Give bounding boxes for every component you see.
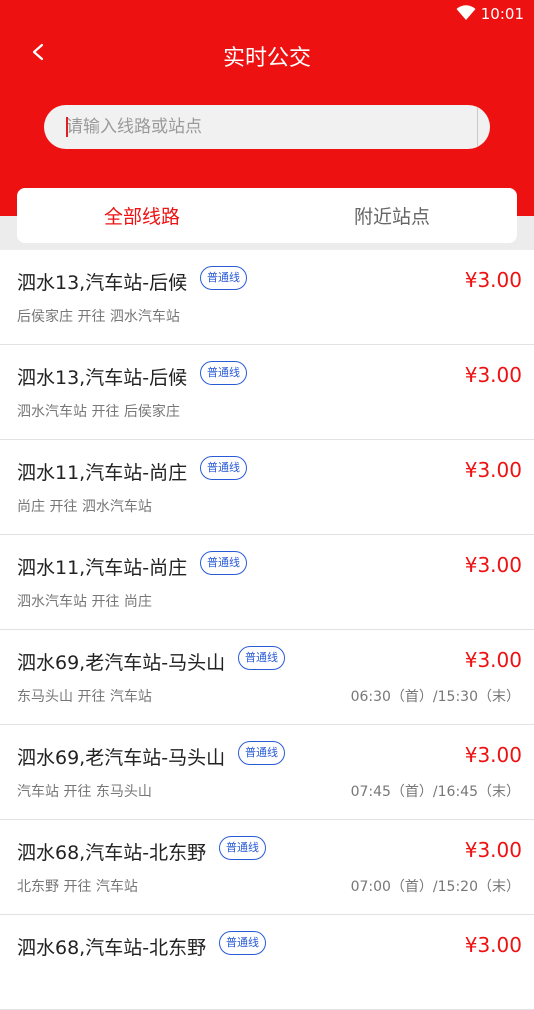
route-direction: 泗水汽车站 开往 后侯家庄 bbox=[17, 404, 180, 420]
route-schedule: 07:00（首）/15:20（末） bbox=[350, 879, 520, 895]
route-type-badge: 普通线 bbox=[219, 931, 266, 955]
tab-nearby-stops[interactable]: 附近站点 bbox=[267, 188, 517, 243]
route-type-badge: 普通线 bbox=[219, 836, 266, 860]
route-direction: 泗水汽车站 开往 尚庄 bbox=[17, 594, 152, 610]
route-name: 泗水11,汽车站-尚庄 bbox=[17, 557, 188, 579]
status-bar: 10:01 bbox=[0, 0, 534, 28]
route-type-badge: 普通线 bbox=[200, 551, 247, 575]
route-direction: 后侯家庄 开往 泗水汽车站 bbox=[17, 309, 180, 325]
status-time: 10:01 bbox=[480, 5, 524, 23]
route-type-badge: 普通线 bbox=[238, 741, 285, 765]
route-row[interactable]: 泗水68,汽车站-北东野 普通线 ¥3.00 bbox=[0, 915, 534, 1010]
route-name: 泗水69,老汽车站-马头山 bbox=[17, 747, 226, 769]
route-direction: 尚庄 开往 泗水汽车站 bbox=[17, 499, 152, 515]
route-row[interactable]: 泗水68,汽车站-北东野 普通线 ¥3.00 北东野 开往 汽车站 07:00（… bbox=[0, 820, 534, 915]
route-price: ¥3.00 bbox=[464, 648, 522, 672]
route-price: ¥3.00 bbox=[464, 838, 522, 862]
route-price: ¥3.00 bbox=[464, 458, 522, 482]
route-list: 泗水13,汽车站-后候 普通线 ¥3.00 后侯家庄 开往 泗水汽车站 泗水13… bbox=[0, 250, 534, 1010]
wifi-icon bbox=[456, 5, 476, 25]
tab-bar: 全部线路 附近站点 bbox=[17, 188, 517, 243]
route-name: 泗水13,汽车站-后候 bbox=[17, 272, 188, 294]
route-type-badge: 普通线 bbox=[238, 646, 285, 670]
route-type-badge: 普通线 bbox=[200, 266, 247, 290]
search-bar bbox=[44, 105, 490, 149]
route-type-badge: 普通线 bbox=[200, 456, 247, 480]
tab-all-routes[interactable]: 全部线路 bbox=[17, 188, 267, 243]
route-row[interactable]: 泗水69,老汽车站-马头山 普通线 ¥3.00 东马头山 开往 汽车站 06:3… bbox=[0, 630, 534, 725]
app-header: 10:01 实时公交 bbox=[0, 0, 534, 216]
route-direction: 东马头山 开往 汽车站 bbox=[17, 689, 152, 705]
search-input[interactable] bbox=[44, 105, 432, 149]
route-direction: 汽车站 开往 东马头山 bbox=[17, 784, 152, 800]
route-name: 泗水68,汽车站-北东野 bbox=[17, 842, 207, 864]
route-type-badge: 普通线 bbox=[200, 361, 247, 385]
route-row[interactable]: 泗水13,汽车站-后候 普通线 ¥3.00 后侯家庄 开往 泗水汽车站 bbox=[0, 250, 534, 345]
route-schedule: 06:30（首）/15:30（末） bbox=[350, 689, 520, 705]
text-cursor bbox=[66, 117, 68, 137]
route-price: ¥3.00 bbox=[464, 268, 522, 292]
route-name: 泗水69,老汽车站-马头山 bbox=[17, 652, 226, 674]
search-button[interactable] bbox=[478, 105, 490, 149]
route-name: 泗水13,汽车站-后候 bbox=[17, 367, 188, 389]
route-row[interactable]: 泗水69,老汽车站-马头山 普通线 ¥3.00 汽车站 开往 东马头山 07:4… bbox=[0, 725, 534, 820]
route-price: ¥3.00 bbox=[464, 743, 522, 767]
route-row[interactable]: 泗水13,汽车站-后候 普通线 ¥3.00 泗水汽车站 开往 后侯家庄 bbox=[0, 345, 534, 440]
route-row[interactable]: 泗水11,汽车站-尚庄 普通线 ¥3.00 尚庄 开往 泗水汽车站 bbox=[0, 440, 534, 535]
route-row[interactable]: 泗水11,汽车站-尚庄 普通线 ¥3.00 泗水汽车站 开往 尚庄 bbox=[0, 535, 534, 630]
route-price: ¥3.00 bbox=[464, 363, 522, 387]
page-title: 实时公交 bbox=[222, 46, 311, 71]
route-price: ¥3.00 bbox=[464, 553, 522, 577]
route-price: ¥3.00 bbox=[464, 933, 522, 957]
route-name: 泗水68,汽车站-北东野 bbox=[17, 937, 207, 959]
route-schedule: 07:45（首）/16:45（末） bbox=[350, 784, 520, 800]
route-name: 泗水11,汽车站-尚庄 bbox=[17, 462, 188, 484]
route-direction: 北东野 开往 汽车站 bbox=[17, 879, 138, 895]
